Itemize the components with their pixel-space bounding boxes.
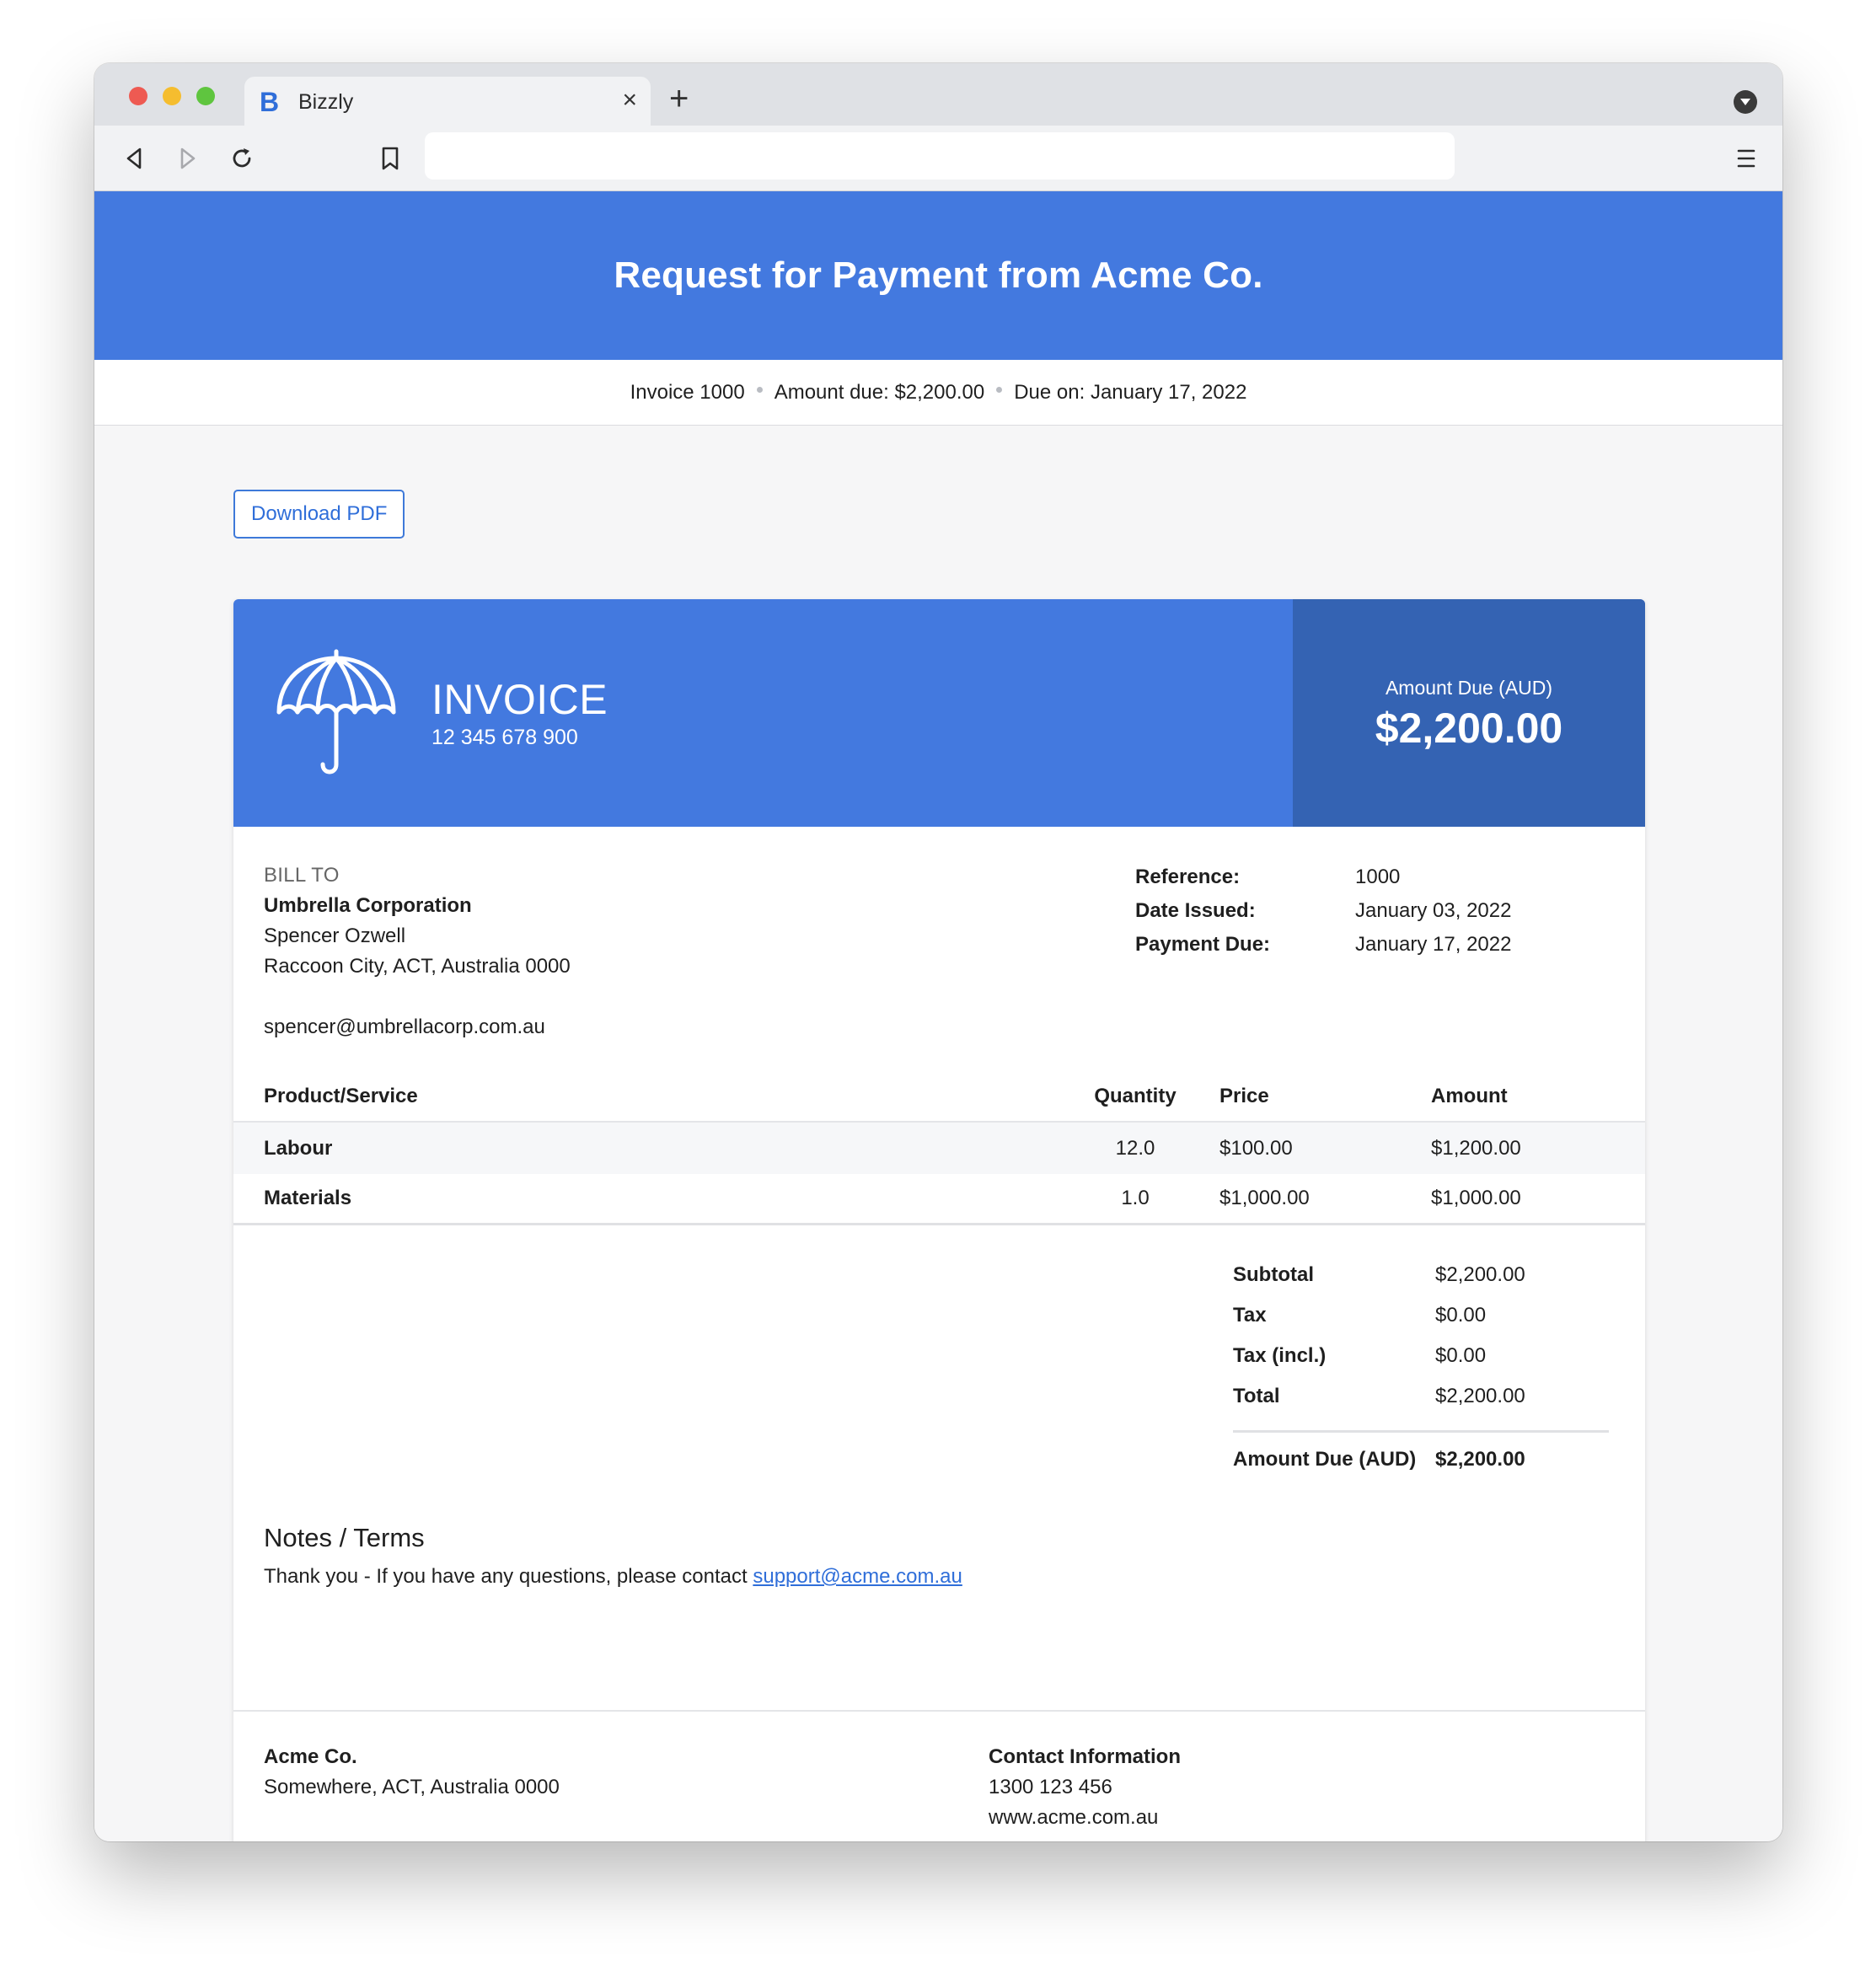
table-row: Materials 1.0 $1,000.00 $1,000.00 xyxy=(233,1174,1645,1225)
separator-dot xyxy=(996,387,1003,393)
item-product: Labour xyxy=(264,1136,333,1160)
amount-due-value: $2,200.00 xyxy=(1375,705,1563,752)
bookmark-icon[interactable] xyxy=(376,144,405,173)
footer-company-address: Somewhere, ACT, Australia 0000 xyxy=(264,1776,560,1798)
meta-value: January 03, 2022 xyxy=(1355,899,1512,922)
support-email-link[interactable]: support@acme.com.au xyxy=(753,1565,962,1588)
menu-icon[interactable] xyxy=(1734,144,1759,173)
totals-divider xyxy=(1233,1430,1609,1433)
invoice-footer: Acme Co. Somewhere, ACT, Australia 0000 … xyxy=(233,1710,1645,1829)
item-price: $1,000.00 xyxy=(1219,1187,1310,1209)
total-value: $0.00 xyxy=(1435,1344,1487,1367)
total-key: Tax (incl.) xyxy=(1233,1344,1327,1367)
amount-due-box: Amount Due (AUD) $2,200.00 xyxy=(1293,599,1645,827)
footer-contact: Contact Information 1300 123 456 www.acm… xyxy=(989,1742,1181,1833)
bill-to-company: Umbrella Corporation xyxy=(264,894,472,917)
meta-key: Date Issued: xyxy=(1135,899,1256,922)
bill-to-email: spencer@umbrellacorp.com.au xyxy=(264,1016,545,1038)
totals-section: Subtotal $2,200.00 Tax $0.00 Tax (incl.)… xyxy=(1233,1255,1609,1480)
total-row-amount-due: Amount Due (AUD) $2,200.00 xyxy=(1233,1439,1609,1480)
total-value: $2,200.00 xyxy=(1435,1263,1525,1286)
meta-row-reference: Reference: 1000 xyxy=(1135,860,1511,894)
total-value: $2,200.00 xyxy=(1435,1385,1525,1407)
item-price: $100.00 xyxy=(1219,1136,1293,1160)
invoice-summary-bar: Invoice 1000 Amount due: $2,200.00 Due o… xyxy=(94,360,1782,426)
column-header-quantity: Quantity xyxy=(1094,1084,1177,1107)
total-row-tax-incl: Tax (incl.) $0.00 xyxy=(1233,1336,1609,1376)
tab-bizzly[interactable]: B Bizzly × xyxy=(244,77,651,126)
page-header: Request for Payment from Acme Co. xyxy=(94,191,1782,360)
tab-close-icon[interactable]: × xyxy=(622,88,637,113)
bizzly-favicon-icon: B xyxy=(260,87,280,117)
table-header-row: Product/Service Quantity Price Amount xyxy=(233,1071,1645,1123)
footer-company-name: Acme Co. xyxy=(264,1745,357,1768)
invoice-meta: Reference: 1000 Date Issued: January 03,… xyxy=(1135,860,1511,962)
invoice-business-number: 12 345 678 900 xyxy=(431,726,578,749)
maximize-window-button[interactable] xyxy=(196,87,215,105)
amount-due-label: Amount Due (AUD) xyxy=(1385,677,1553,699)
column-header-price: Price xyxy=(1219,1084,1269,1107)
column-header-product: Product/Service xyxy=(264,1084,418,1107)
total-key: Subtotal xyxy=(1233,1263,1314,1286)
close-window-button[interactable] xyxy=(129,87,147,105)
summary-amount-due: Amount due: $2,200.00 xyxy=(774,380,985,404)
meta-row-date-issued: Date Issued: January 03, 2022 xyxy=(1135,894,1511,928)
bill-to-label: BILL TO xyxy=(264,864,340,887)
reload-icon[interactable] xyxy=(228,144,256,173)
item-quantity: 12.0 xyxy=(1115,1136,1155,1160)
minimize-window-button[interactable] xyxy=(163,87,181,105)
amount-due-total-key: Amount Due (AUD) xyxy=(1233,1448,1417,1471)
total-row-total: Total $2,200.00 xyxy=(1233,1376,1609,1417)
meta-key: Reference: xyxy=(1135,866,1241,888)
column-header-amount: Amount xyxy=(1431,1084,1508,1107)
meta-key: Payment Due: xyxy=(1135,933,1271,956)
meta-value: 1000 xyxy=(1355,866,1401,888)
amount-due-total-value: $2,200.00 xyxy=(1435,1448,1525,1471)
item-amount: $1,000.00 xyxy=(1431,1187,1521,1209)
tab-bar: B Bizzly × + xyxy=(94,63,1782,126)
invoice-card: INVOICE 12 345 678 900 Amount Due (AUD) … xyxy=(233,599,1645,1841)
new-tab-button[interactable]: + xyxy=(669,82,689,115)
item-product: Materials xyxy=(264,1187,352,1209)
line-items-table: Product/Service Quantity Price Amount La… xyxy=(233,1071,1645,1225)
back-icon[interactable] xyxy=(120,144,148,173)
footer-company: Acme Co. Somewhere, ACT, Australia 0000 xyxy=(264,1742,560,1803)
tab-title: Bizzly xyxy=(298,90,354,114)
download-pdf-button[interactable]: Download PDF xyxy=(233,490,405,539)
total-value: $0.00 xyxy=(1435,1304,1487,1327)
separator-dot xyxy=(756,387,763,393)
bill-to-address: Raccoon City, ACT, Australia 0000 xyxy=(264,955,571,978)
browser-toolbar xyxy=(94,126,1782,191)
footer-phone: 1300 123 456 xyxy=(989,1776,1112,1798)
umbrella-icon xyxy=(276,649,396,774)
forward-icon[interactable] xyxy=(174,144,202,173)
total-key: Tax xyxy=(1233,1304,1267,1327)
notes-text: Thank you - If you have any questions, p… xyxy=(264,1565,962,1589)
notes-body: Thank you - If you have any questions, p… xyxy=(264,1565,753,1588)
total-row-tax: Tax $0.00 xyxy=(1233,1295,1609,1336)
item-quantity: 1.0 xyxy=(1121,1187,1150,1209)
page-title: Request for Payment from Acme Co. xyxy=(614,255,1263,296)
tab-search-button[interactable] xyxy=(1734,90,1757,114)
table-row: Labour 12.0 $100.00 $1,200.00 xyxy=(233,1123,1645,1174)
bill-to-section: BILL TO Umbrella Corporation Spencer Ozw… xyxy=(264,860,571,1042)
total-row-subtotal: Subtotal $2,200.00 xyxy=(1233,1255,1609,1295)
invoice-header: INVOICE 12 345 678 900 Amount Due (AUD) … xyxy=(233,599,1645,827)
notes-title: Notes / Terms xyxy=(264,1523,425,1552)
footer-contact-title: Contact Information xyxy=(989,1745,1181,1768)
browser-window: B Bizzly × + Request for Payment from Ac… xyxy=(94,63,1782,1841)
summary-due-date: Due on: January 17, 2022 xyxy=(1014,380,1247,404)
footer-website: www.acme.com.au xyxy=(989,1806,1159,1829)
total-key: Total xyxy=(1233,1385,1280,1407)
invoice-title: INVOICE xyxy=(431,676,608,723)
bill-to-contact: Spencer Ozwell xyxy=(264,925,406,947)
meta-row-payment-due: Payment Due: January 17, 2022 xyxy=(1135,928,1511,962)
page-content: Request for Payment from Acme Co. Invoic… xyxy=(94,191,1782,1841)
address-bar[interactable] xyxy=(425,132,1455,180)
item-amount: $1,200.00 xyxy=(1431,1136,1521,1160)
summary-invoice-number: Invoice 1000 xyxy=(630,380,745,404)
meta-value: January 17, 2022 xyxy=(1355,933,1512,956)
